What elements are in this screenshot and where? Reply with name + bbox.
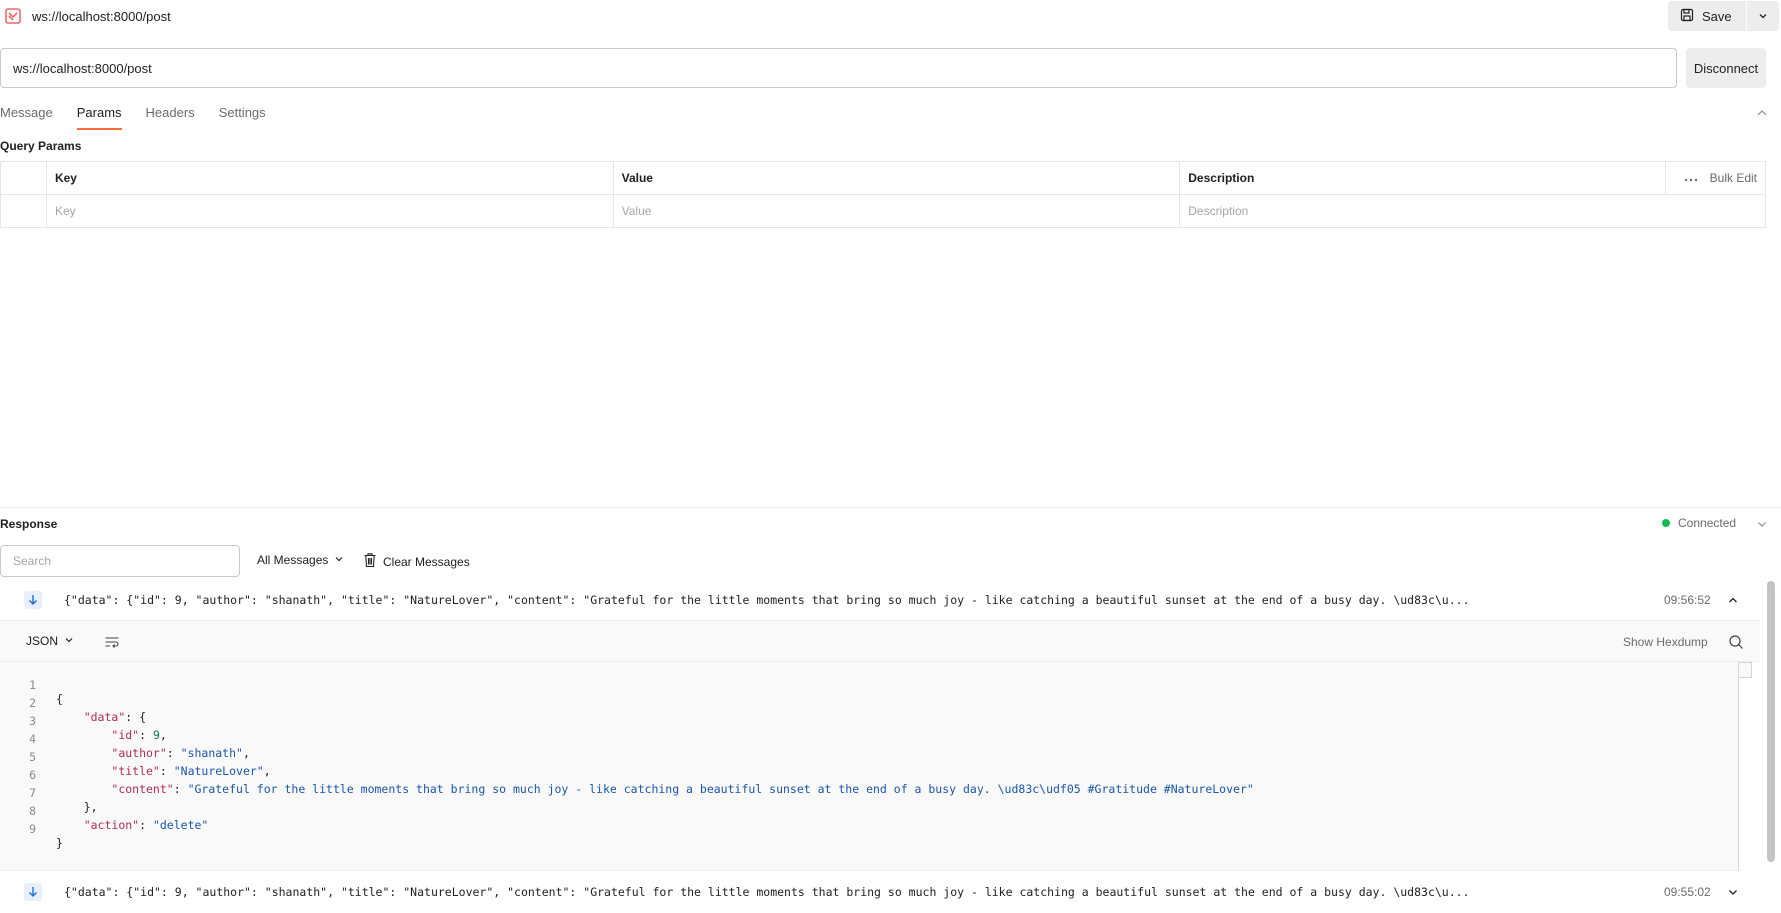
search-icon[interactable] [1728,634,1744,650]
column-description: Description [1179,161,1666,195]
value-input[interactable]: Value [612,194,1181,228]
filter-label: All Messages [257,553,329,567]
arrow-down-icon [24,591,42,609]
section-divider [0,507,1781,508]
query-params-table: Key Value Description Bulk Edit Key Valu… [0,161,1767,228]
bulk-edit-cell: Bulk Edit [1664,161,1767,195]
request-title: ws://localhost:8000/post [32,9,171,24]
chevron-up-icon[interactable] [1755,106,1769,120]
status-dot [1662,519,1670,527]
json-code-viewer[interactable]: 1 { 2 "data": { 3 "id": 9, 4 "author": "… [0,662,1738,871]
request-tabs: Message Params Headers Settings [0,102,290,130]
column-value: Value [612,161,1181,195]
query-params-title: Query Params [0,139,82,153]
more-options-icon[interactable] [1684,171,1698,185]
text-wrap-icon[interactable] [104,634,120,650]
scrollbar[interactable] [1767,581,1775,862]
chevron-down-icon [334,553,344,567]
bulk-edit-button[interactable]: Bulk Edit [1710,171,1757,185]
clear-messages-label: Clear Messages [383,554,470,569]
clear-messages-button[interactable]: Clear Messages [363,552,470,571]
message-preview: {"data": {"id": 9, "author": "shanath", … [64,593,1470,607]
trash-icon [363,552,377,571]
tab-message[interactable]: Message [0,102,53,130]
save-button[interactable]: Save [1668,1,1746,31]
code-line: 9 } [29,822,63,850]
overview-ruler [1738,662,1752,678]
code-line: 2 "data": { [29,696,147,724]
row-checkbox-cell [0,194,47,228]
save-options-button[interactable] [1747,1,1779,31]
chevron-down-icon[interactable] [1756,518,1768,530]
disconnect-button[interactable]: Disconnect [1686,48,1766,88]
connection-status: Connected [1662,516,1736,530]
arrow-down-icon [24,883,42,901]
chevron-down-icon [1758,9,1768,24]
json-viewer-toolbar: JSON Show Hexdump [0,620,1760,662]
message-filter-dropdown[interactable]: All Messages [257,553,344,567]
code-line: 8 "action": "delete" [29,804,209,832]
code-line: 4 "author": "shanath", [29,732,250,760]
code-line: 1 { [29,678,63,706]
key-input[interactable]: Key [45,194,614,228]
gutter-divider [1738,662,1739,871]
code-line: 6 "content": "Grateful for the little mo… [29,768,1254,796]
message-preview: {"data": {"id": 9, "author": "shanath", … [64,885,1470,899]
code-line: 7 }, [29,786,98,814]
status-label: Connected [1678,516,1737,530]
message-time: 09:56:52 [1664,593,1711,607]
message-row[interactable]: {"data": {"id": 9, "author": "shanath", … [0,584,1760,616]
save-icon [1680,8,1694,25]
checkbox-column [0,161,47,195]
chevron-down-icon[interactable] [1727,886,1739,898]
websocket-icon [5,8,21,24]
response-title: Response [0,517,58,531]
description-input[interactable]: Description [1179,194,1766,228]
code-line: 3 "id": 9, [29,714,167,742]
chevron-up-icon[interactable] [1727,594,1739,606]
tab-settings[interactable]: Settings [219,102,266,130]
top-bar: ws://localhost:8000/post Save [0,0,1781,34]
show-hexdump-button[interactable]: Show Hexdump [1623,635,1708,649]
table-header-row: Key Value Description Bulk Edit [0,161,1767,195]
message-time: 09:55:02 [1664,885,1711,899]
message-row[interactable]: {"data": {"id": 9, "author": "shanath", … [0,876,1760,908]
table-row: Key Value Description [0,194,1766,228]
chevron-down-icon [64,634,74,648]
tab-headers[interactable]: Headers [146,102,195,130]
search-input[interactable] [0,545,240,577]
format-label: JSON [26,634,59,648]
column-key: Key [45,161,614,195]
url-input[interactable] [0,48,1677,88]
tab-params[interactable]: Params [76,102,122,130]
format-dropdown[interactable]: JSON [26,634,74,648]
code-line: 5 "title": "NatureLover", [29,750,271,778]
save-label: Save [1702,8,1732,24]
